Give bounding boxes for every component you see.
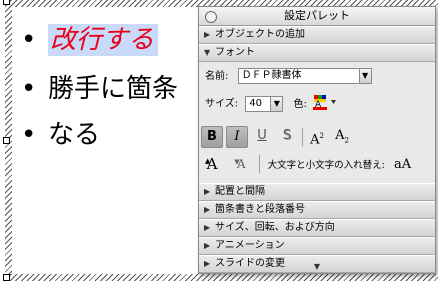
close-button[interactable] [205,11,217,23]
font-size-field[interactable]: 40 [245,95,272,112]
scroll-down-icon[interactable]: ▼ [199,262,435,271]
font-name-field[interactable]: ＤＦＰ隷書体 [237,68,360,84]
font-name-label: 名前: [205,71,229,82]
font-name-dropdown-icon[interactable]: ▼ [359,68,372,84]
font-color-icon[interactable]: A [313,94,337,113]
bold-button[interactable]: B [201,126,223,148]
resize-handle-middle-left[interactable] [3,137,10,144]
font-color-label: 色: [293,98,307,110]
superscript-mark: 2 [319,132,324,140]
section-label: サイズ、回転、および方向 [215,222,335,233]
divider [259,155,261,173]
disclosure-right-icon: ▶ [204,223,211,232]
font-panel: 名前: ＤＦＰ隷書体 ▼ サイズ: 40 ▼ 色: A B I U S A2 A2 [199,62,435,183]
change-case-label: 大文字と小文字の入れ替え: [267,160,385,171]
disclosure-right-icon: ▶ [204,30,211,39]
disclosure-down-icon: ▼ [204,48,211,57]
subscript-button[interactable]: A2 [332,126,352,146]
bullet-marker: • [21,25,37,55]
bullet-marker: • [21,74,37,104]
italic-button[interactable]: I [226,126,248,148]
bullet-marker: • [21,120,37,150]
shrink-font-icon[interactable]: ▼ A [230,154,252,174]
section-label: アニメーション [215,240,285,251]
font-size-dropdown-icon[interactable]: ▼ [271,95,284,112]
section-size-rotation[interactable]: ▶ サイズ、回転、および方向 [199,219,435,237]
text-line[interactable]: なる [48,122,100,148]
section-font[interactable]: ▼ フォント [199,44,435,62]
palette-titlebar[interactable]: 設定パレット [199,7,435,26]
change-case-button[interactable]: aA [394,157,411,172]
underline-button[interactable]: U [252,126,272,146]
section-alignment-spacing[interactable]: ▶ 配置と間隔 [199,183,435,201]
selection-border-bottom [5,274,438,281]
subscript-mark: 2 [344,136,349,145]
section-label: 箇条書きと段落番号 [215,204,305,215]
palette-title: 設定パレット [284,9,350,22]
shadow-button[interactable]: S [277,126,297,146]
disclosure-right-icon: ▶ [204,205,211,214]
selected-text-line[interactable]: 改行する [48,24,159,56]
resize-handle-top-left[interactable] [3,0,10,5]
font-size-label: サイズ: [205,98,239,110]
section-label: フォント [215,47,255,58]
grow-font-icon[interactable]: ▲ A [201,154,223,174]
disclosure-right-icon: ▶ [204,241,211,250]
text-line[interactable]: 勝手に箇条 [48,76,178,102]
resize-handle-bottom-left[interactable] [3,274,10,281]
disclosure-right-icon: ▶ [204,187,211,196]
formatting-palette: 設定パレット ▶ オブジェクトの追加 ▼ フォント 名前: ＤＦＰ隷書体 ▼ サイ… [198,6,436,274]
superscript-button[interactable]: A2 [307,126,327,147]
section-label: オブジェクトの追加 [215,29,305,40]
divider [302,128,303,146]
section-animation[interactable]: ▶ アニメーション [199,237,435,255]
section-label: 配置と間隔 [215,186,265,197]
section-bullets-numbering[interactable]: ▶ 箇条書きと段落番号 [199,201,435,219]
section-add-objects[interactable]: ▶ オブジェクトの追加 [199,26,435,44]
